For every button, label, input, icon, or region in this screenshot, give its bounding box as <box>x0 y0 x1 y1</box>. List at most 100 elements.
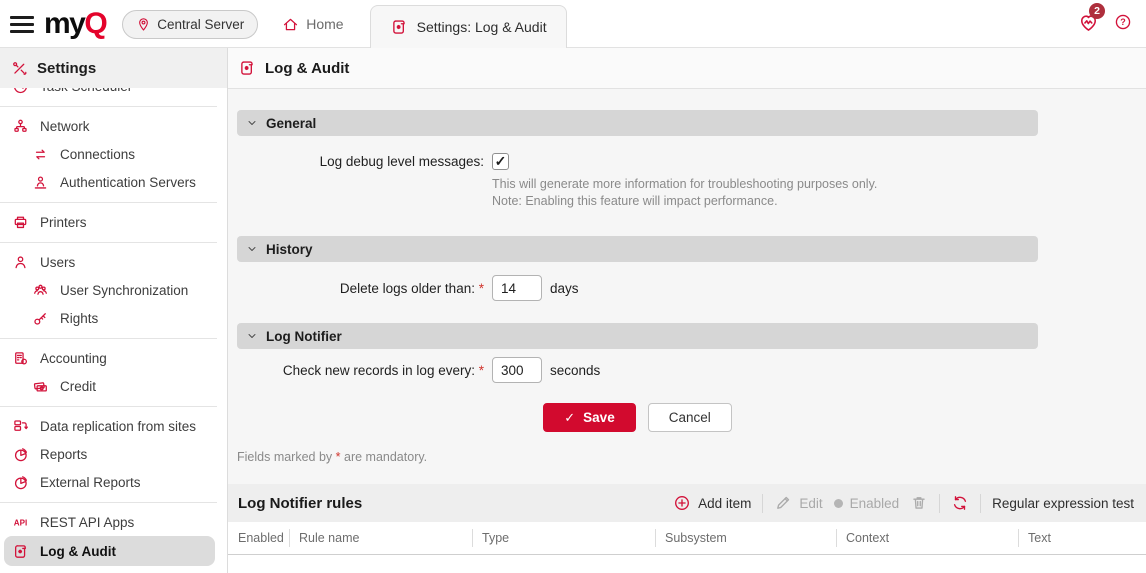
page-title: Log & Audit <box>265 60 349 77</box>
chevron-down-icon <box>246 243 258 255</box>
edit-button[interactable]: Edit <box>774 494 822 512</box>
rules-header: Log Notifier rules Add item Edit Enabled <box>228 484 1146 522</box>
log-audit-icon <box>12 543 29 560</box>
plus-circle-icon <box>673 494 691 512</box>
banknote-icon <box>32 378 49 395</box>
rules-table-body <box>228 555 1146 573</box>
column-header-enabled[interactable]: Enabled <box>228 522 289 554</box>
svg-text:API: API <box>14 518 27 527</box>
check-records-label: Check new records in log every: * <box>237 363 484 378</box>
column-header-rule-name[interactable]: Rule name <box>289 522 472 554</box>
delete-logs-label: Delete logs older than: * <box>237 281 484 296</box>
sidebar-item-users[interactable]: Users <box>0 248 227 276</box>
divider <box>939 494 940 513</box>
sidebar-item-rest-api-apps[interactable]: API REST API Apps <box>0 508 227 536</box>
rules-toolbar: Add item Edit Enabled <box>673 494 1134 513</box>
help-icon[interactable]: ? <box>1114 13 1132 31</box>
user-icon <box>12 254 29 271</box>
myq-logo: myQ <box>44 9 106 39</box>
cancel-button[interactable]: Cancel <box>648 403 732 432</box>
divider <box>0 236 227 248</box>
chevron-down-icon <box>246 330 258 342</box>
chevron-down-icon <box>246 117 258 129</box>
clock-icon <box>12 88 29 95</box>
debug-messages-checkbox[interactable] <box>492 153 509 170</box>
rules-table-header: Enabled Rule name Type Subsystem Context… <box>228 522 1146 555</box>
auth-person-icon <box>32 174 49 191</box>
pie-chart-icon <box>12 474 29 491</box>
sidebar-item-task-scheduler[interactable]: Task Scheduler <box>0 88 227 100</box>
column-header-text[interactable]: Text <box>1018 522 1146 554</box>
key-icon <box>32 310 49 327</box>
settings-sidebar: Settings Task Scheduler Network Connecti… <box>0 48 228 573</box>
sidebar-header: Settings <box>0 48 227 88</box>
debug-hint: This will generate more information for … <box>492 176 1146 210</box>
tab-home[interactable]: Home <box>282 16 343 33</box>
mandatory-note: Fields marked by * are mandatory. <box>237 450 1146 464</box>
sidebar-item-printers[interactable]: Printers <box>0 208 227 236</box>
divider <box>980 494 981 513</box>
main-panel: Log & Audit General Log debug level mess… <box>228 48 1146 573</box>
required-star: * <box>479 281 484 296</box>
printer-icon <box>12 214 29 231</box>
sidebar-item-user-synchronization[interactable]: User Synchronization <box>0 276 227 304</box>
refresh-button[interactable] <box>951 494 969 512</box>
settings-form: General Log debug level messages: This w… <box>228 89 1146 464</box>
logo-text-red: Q <box>84 9 106 39</box>
column-header-subsystem[interactable]: Subsystem <box>655 522 836 554</box>
sidebar-item-network[interactable]: Network <box>0 112 227 140</box>
divider <box>762 494 763 513</box>
active-tab-label: Settings: Log & Audit <box>417 19 547 35</box>
sidebar-item-log-audit[interactable]: Log & Audit <box>4 536 215 566</box>
log-audit-icon <box>390 18 408 36</box>
debug-messages-label: Log debug level messages: <box>237 154 484 169</box>
status-dot-icon <box>834 499 843 508</box>
top-bar: myQ Central Server Home Settings: Log & … <box>0 0 1146 48</box>
column-header-type[interactable]: Type <box>472 522 655 554</box>
network-icon <box>12 118 29 135</box>
enabled-toggle-button[interactable]: Enabled <box>834 496 900 511</box>
server-selector-button[interactable]: Central Server <box>122 10 258 39</box>
home-label: Home <box>306 16 343 32</box>
page-header: Log & Audit <box>228 48 1146 89</box>
delete-button[interactable] <box>910 494 928 512</box>
sidebar-item-credit[interactable]: Credit <box>0 372 227 400</box>
divider <box>0 332 227 344</box>
tab-settings-log-audit[interactable]: Settings: Log & Audit <box>370 5 567 48</box>
add-item-button[interactable]: Add item <box>673 494 751 512</box>
notifications-button[interactable]: 2 <box>1078 12 1099 33</box>
sidebar-item-data-replication[interactable]: Data replication from sites <box>0 412 227 440</box>
server-name: Central Server <box>157 17 244 32</box>
divider <box>0 196 227 208</box>
column-header-context[interactable]: Context <box>836 522 1018 554</box>
hamburger-menu-icon[interactable] <box>10 16 34 33</box>
location-pin-icon <box>136 17 151 32</box>
rules-title: Log Notifier rules <box>238 495 362 512</box>
section-general[interactable]: General <box>237 110 1038 136</box>
sidebar-item-accounting[interactable]: Accounting <box>0 344 227 372</box>
sidebar-item-rights[interactable]: Rights <box>0 304 227 332</box>
regex-test-button[interactable]: Regular expression test <box>992 496 1134 511</box>
sidebar-item-connections[interactable]: Connections <box>0 140 227 168</box>
sidebar-item-authentication-servers[interactable]: Authentication Servers <box>0 168 227 196</box>
sidebar-item-external-reports[interactable]: External Reports <box>0 468 227 496</box>
days-suffix: days <box>550 281 579 296</box>
save-button[interactable]: ✓ Save <box>543 403 635 432</box>
svg-text:?: ? <box>1120 17 1126 27</box>
logo-text-black: my <box>44 9 84 39</box>
section-log-notifier[interactable]: Log Notifier <box>237 323 1038 349</box>
seconds-suffix: seconds <box>550 363 600 378</box>
sidebar-list: Task Scheduler Network Connections Authe… <box>0 88 227 573</box>
check-icon: ✓ <box>564 410 575 426</box>
delete-logs-input[interactable] <box>492 275 542 301</box>
user-group-icon <box>32 282 49 299</box>
sidebar-item-reports[interactable]: Reports <box>0 440 227 468</box>
pie-chart-icon <box>12 446 29 463</box>
sidebar-title: Settings <box>37 60 96 77</box>
trash-icon <box>910 494 928 512</box>
log-audit-icon <box>238 59 256 77</box>
section-history[interactable]: History <box>237 236 1038 262</box>
pencil-icon <box>774 494 792 512</box>
divider <box>0 400 227 412</box>
check-records-input[interactable] <box>492 357 542 383</box>
